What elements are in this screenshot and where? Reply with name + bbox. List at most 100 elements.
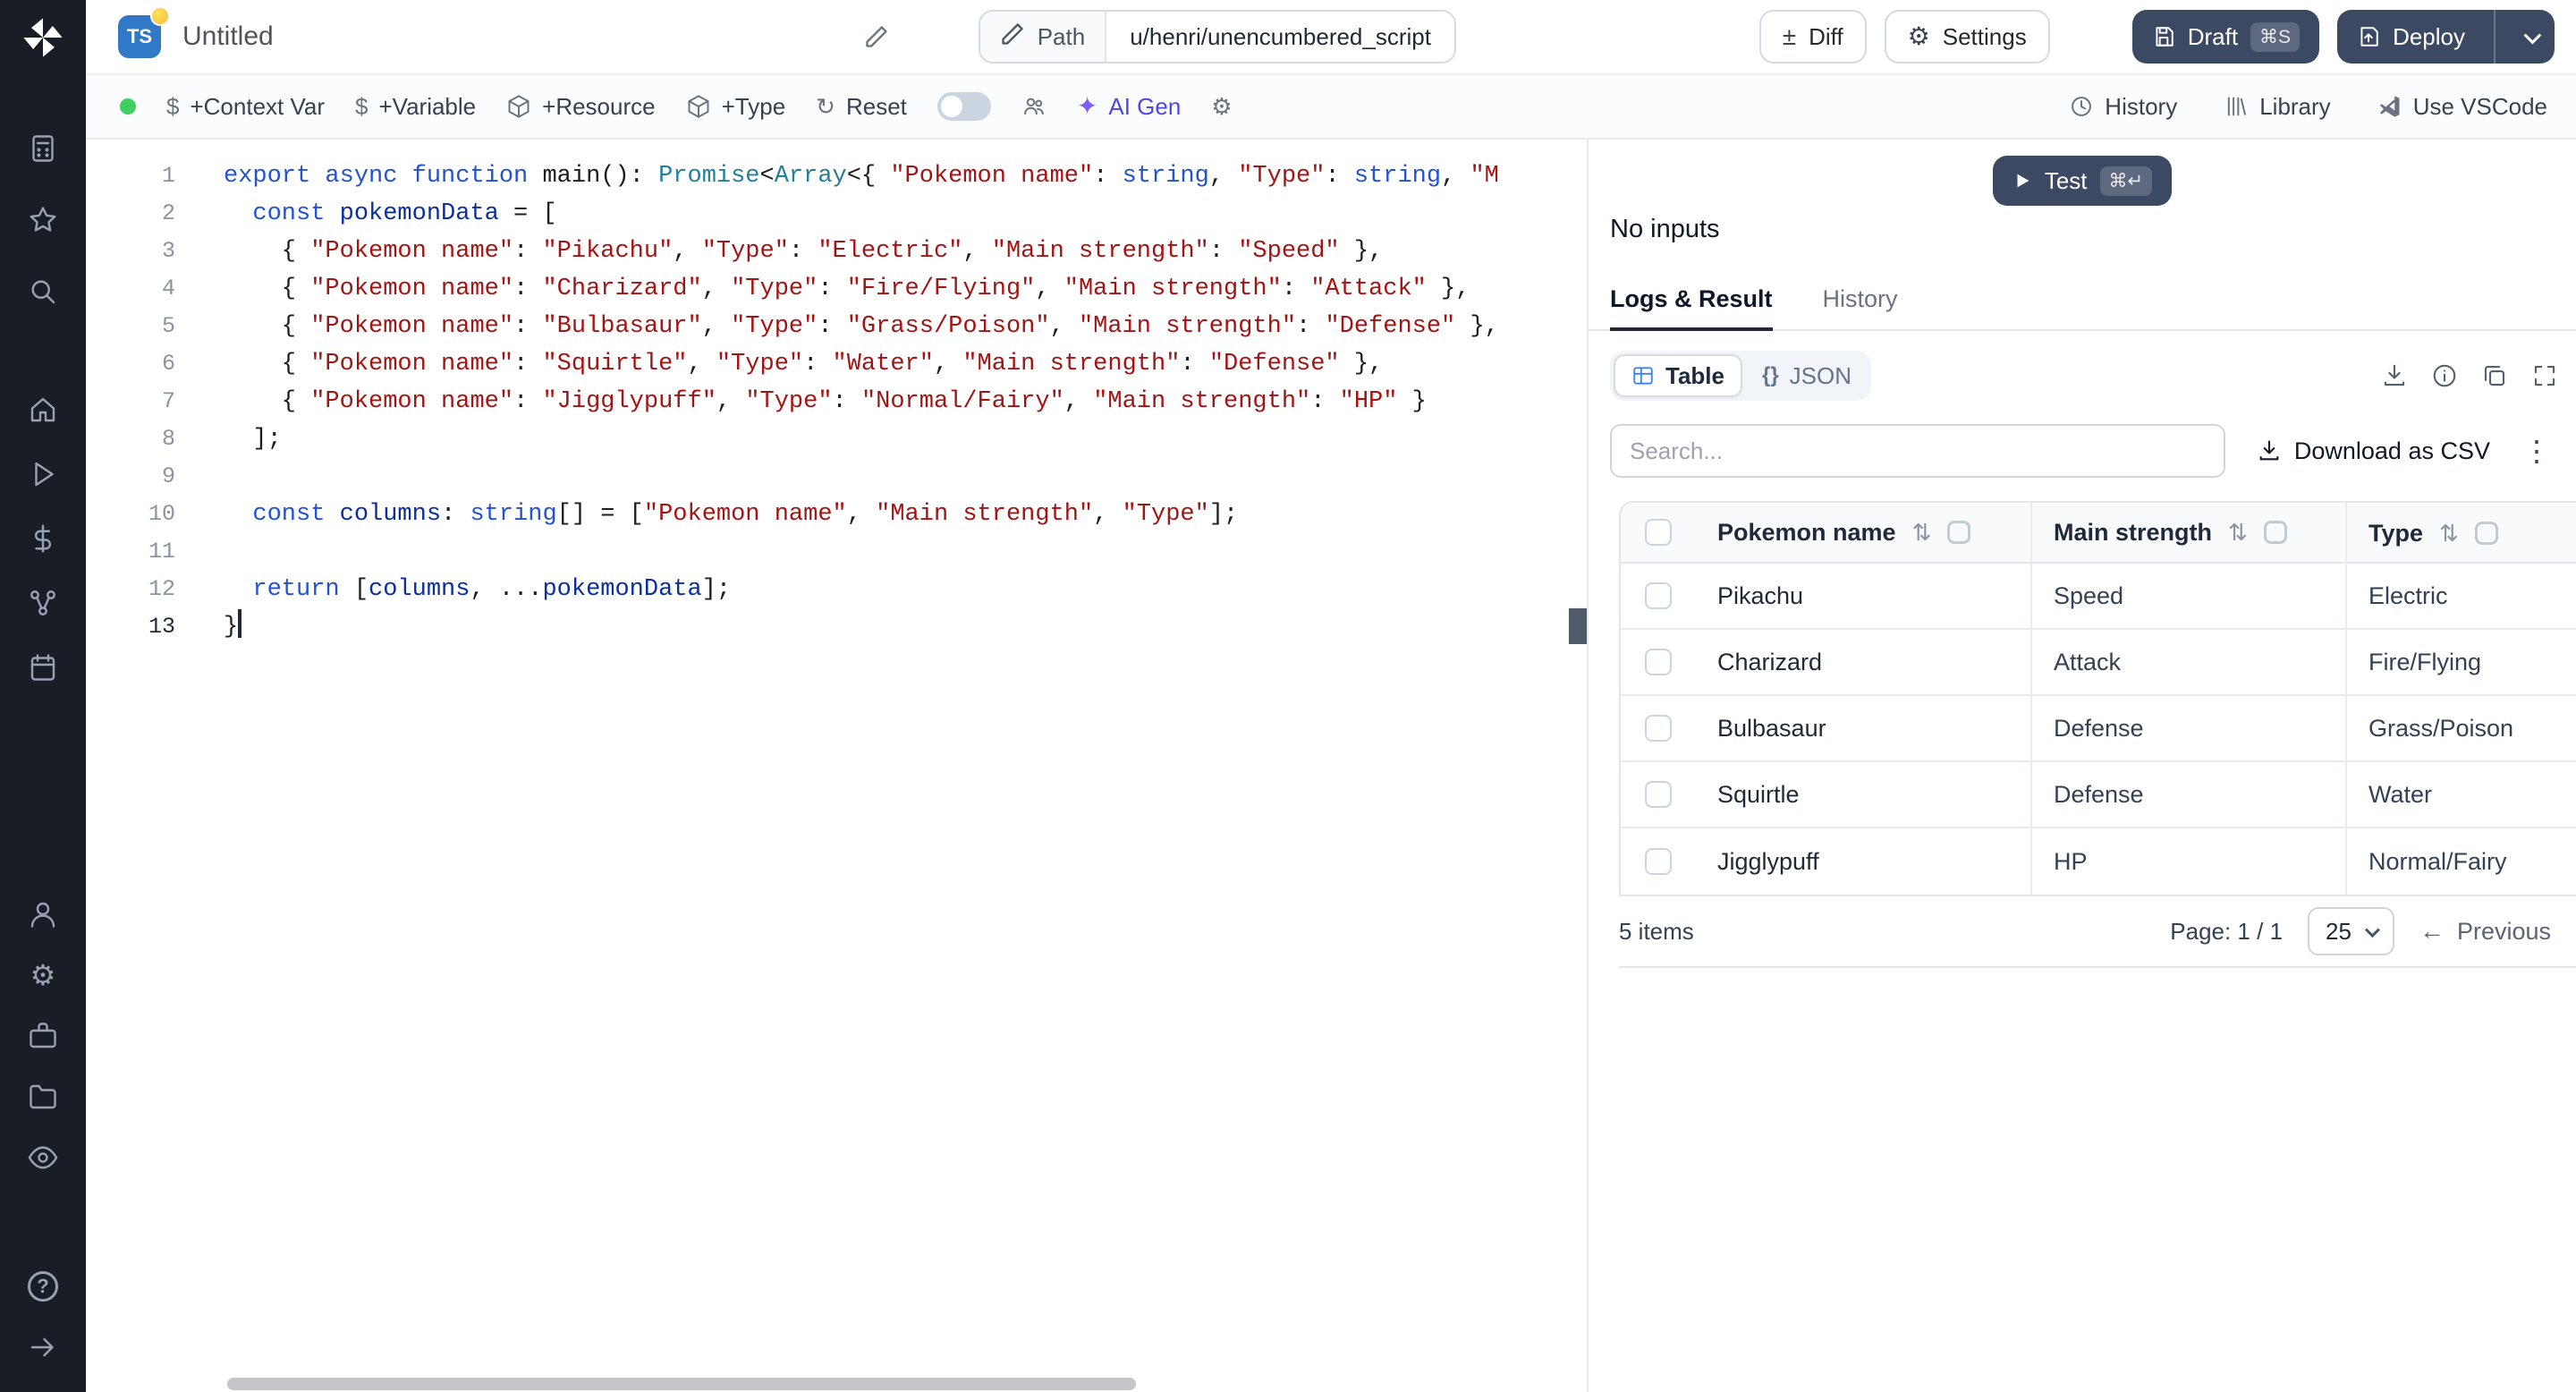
- line-number: 4: [161, 276, 175, 301]
- help-icon[interactable]: ?: [13, 1260, 73, 1313]
- dollar-icon[interactable]: [13, 512, 73, 565]
- add-variable-button[interactable]: $ +Variable: [355, 93, 476, 121]
- nodes-icon[interactable]: [13, 576, 73, 630]
- history-button[interactable]: History: [2069, 93, 2177, 121]
- page-size-select[interactable]: 25: [2308, 907, 2394, 955]
- scrollbar-thumb[interactable]: [227, 1378, 1136, 1390]
- code-line[interactable]: 10 const columns: string[] = ["Pokemon n…: [86, 496, 1587, 533]
- vscode-icon: [2379, 96, 2400, 117]
- code-line[interactable]: 9: [86, 458, 1587, 496]
- deploy-button[interactable]: Deploy: [2337, 10, 2555, 64]
- sort-icon[interactable]: ⇅: [1912, 519, 1932, 547]
- search-input[interactable]: [1610, 424, 2225, 478]
- star-icon[interactable]: [13, 193, 73, 247]
- copy-icon[interactable]: [2481, 362, 2508, 389]
- select-all-checkbox[interactable]: [1645, 519, 1672, 546]
- keypad-icon[interactable]: [13, 122, 73, 175]
- code-line[interactable]: 1 export async function main(): Promise<A…: [86, 157, 1587, 195]
- code-editor-lines[interactable]: 1 export async function main(): Promise<A…: [86, 140, 1587, 646]
- multiplayer-toggle[interactable]: [936, 92, 991, 121]
- collapse-arrow-icon[interactable]: [13, 1320, 73, 1374]
- use-vscode-button[interactable]: Use VSCode: [2377, 93, 2547, 121]
- collaborators-button[interactable]: [1021, 94, 1046, 119]
- code-line[interactable]: 12 return [columns, ...pokemonData];: [86, 571, 1587, 608]
- column-checkbox[interactable]: [2263, 521, 2287, 544]
- chevron-down-icon: [2364, 922, 2380, 938]
- add-resource-button[interactable]: +Resource: [506, 93, 656, 121]
- table-cell: Water: [2345, 762, 2576, 827]
- text-cursor: [238, 609, 242, 638]
- gear-icon[interactable]: ⚙: [13, 948, 73, 1002]
- briefcase-icon[interactable]: [13, 1009, 73, 1063]
- previous-page-button[interactable]: ← Previous: [2419, 917, 2551, 946]
- code-line[interactable]: 11: [86, 533, 1587, 571]
- test-shortcut: ⌘↵: [2099, 166, 2153, 196]
- download-csv-button[interactable]: Download as CSV: [2257, 437, 2490, 465]
- windmill-logo[interactable]: [20, 14, 66, 61]
- view-toggle-table[interactable]: Table: [1614, 354, 1742, 397]
- line-number: 6: [161, 351, 175, 377]
- row-checkbox[interactable]: [1645, 649, 1672, 675]
- row-checkbox[interactable]: [1645, 582, 1672, 609]
- code-editor[interactable]: 1 export async function main(): Promise<A…: [86, 140, 1589, 1392]
- code-line[interactable]: 5 { "Pokemon name": "Bulbasaur", "Type":…: [86, 308, 1587, 345]
- search-icon[interactable]: [13, 265, 73, 318]
- view-toggle-json[interactable]: {} JSON: [1746, 354, 1868, 397]
- add-type-button[interactable]: +Type: [686, 93, 785, 121]
- column-checkbox[interactable]: [2474, 522, 2498, 545]
- calendar-icon[interactable]: [13, 641, 73, 694]
- test-button[interactable]: Test ⌘↵: [1992, 156, 2173, 206]
- more-options-icon[interactable]: ⋮: [2522, 437, 2551, 465]
- line-number: 1: [161, 163, 175, 189]
- info-icon[interactable]: [2431, 362, 2458, 389]
- path-value[interactable]: u/henri/unencumbered_script: [1106, 12, 1454, 62]
- overview-ruler-marker: [1569, 608, 1587, 644]
- column-header: Type ⇅: [2345, 503, 2576, 564]
- download-icon[interactable]: [2381, 362, 2408, 389]
- line-number: 9: [161, 463, 175, 489]
- column-checkbox[interactable]: [1947, 521, 1971, 544]
- code-line[interactable]: 2 const pokemonData = [: [86, 195, 1587, 233]
- preview-panel: Test ⌘↵ No inputs Logs & Result History …: [1589, 140, 2576, 1392]
- tab-history[interactable]: History: [1823, 285, 1898, 331]
- play-icon[interactable]: [13, 447, 73, 501]
- code-line[interactable]: 7 { "Pokemon name": "Jigglypuff", "Type"…: [86, 383, 1587, 420]
- path-editor[interactable]: Path u/henri/unencumbered_script: [978, 10, 1456, 64]
- column-header: Main strength ⇅: [2030, 503, 2345, 563]
- user-icon[interactable]: [13, 887, 73, 941]
- code-line[interactable]: 8 ];: [86, 420, 1587, 458]
- code-line[interactable]: 4 { "Pokemon name": "Charizard", "Type":…: [86, 270, 1587, 308]
- row-checkbox[interactable]: [1645, 781, 1672, 808]
- result-table: Pokemon name ⇅ Main strength ⇅ Type ⇅ Pikachu…: [1619, 501, 2576, 896]
- row-checkbox[interactable]: [1645, 848, 1672, 875]
- view-toggle: Table {} JSON: [1610, 351, 1872, 401]
- code-line[interactable]: 13}: [86, 608, 1587, 646]
- home-icon[interactable]: [13, 383, 73, 437]
- deploy-dropdown[interactable]: [2508, 26, 2555, 45]
- eye-icon[interactable]: [13, 1131, 73, 1184]
- reset-button[interactable]: ↻ Reset: [816, 93, 907, 121]
- library-button[interactable]: Library: [2224, 93, 2331, 121]
- dollar-icon: $: [355, 93, 369, 120]
- folder-icon[interactable]: [13, 1070, 73, 1124]
- tab-logs-result[interactable]: Logs & Result: [1610, 285, 1773, 331]
- line-number: 8: [161, 426, 175, 452]
- code-line[interactable]: 3 { "Pokemon name": "Pikachu", "Type": "…: [86, 233, 1587, 270]
- table-footer: 5 items Page: 1 / 1 25 ← Previous: [1619, 896, 2576, 968]
- sort-icon[interactable]: ⇅: [2439, 520, 2459, 547]
- ai-gen-button[interactable]: ✦ AI Gen: [1077, 93, 1181, 121]
- horizontal-scrollbar[interactable]: [86, 1378, 1565, 1392]
- fullscreen-icon[interactable]: [2531, 362, 2558, 389]
- settings-button[interactable]: ⚙ Settings: [1884, 10, 2050, 64]
- code-line[interactable]: 6 { "Pokemon name": "Squirtle", "Type": …: [86, 345, 1587, 383]
- sort-icon[interactable]: ⇅: [2228, 519, 2248, 547]
- diff-button[interactable]: ± Diff: [1758, 10, 1867, 64]
- edit-summary-icon[interactable]: [864, 24, 889, 49]
- sparkle-icon: ✦: [1076, 92, 1098, 120]
- editor-settings-button[interactable]: ⚙: [1211, 95, 1232, 118]
- table-cell: Speed: [2030, 564, 2345, 628]
- draft-button[interactable]: Draft ⌘S: [2131, 10, 2320, 64]
- add-context-var-button[interactable]: $ +Context Var: [166, 93, 325, 121]
- row-checkbox[interactable]: [1645, 715, 1672, 742]
- history-clock-icon: [2072, 97, 2092, 116]
